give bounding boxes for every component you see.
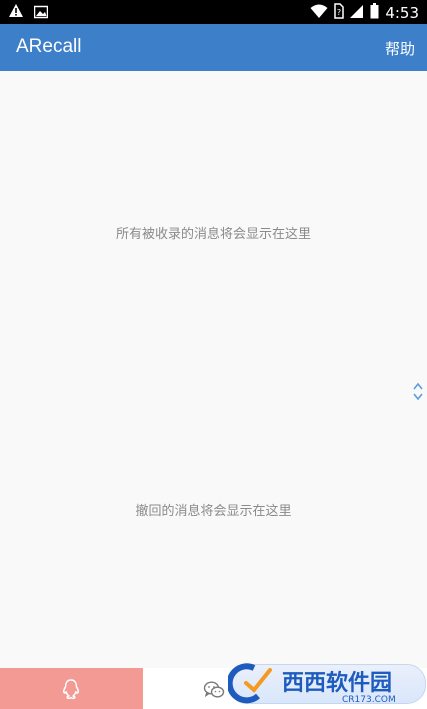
battery-icon [370,3,379,23]
svg-text:?: ? [337,8,341,17]
screen: ? 4:53 ARecall 帮助 所有被收录的消息将会显示在这里 撤回的消息将… [0,0,427,709]
app-bar: ARecall 帮助 [0,24,427,71]
signal-icon [350,3,364,23]
svg-text:西西软件园: 西西软件园 [282,670,392,696]
help-button[interactable]: 帮助 [385,38,415,59]
warning-icon [8,3,24,23]
chevron-up-down-icon[interactable] [410,380,426,404]
status-right: ? 4:53 [310,3,419,23]
recalled-empty-message: 撤回的消息将会显示在这里 [135,504,292,519]
qq-icon [60,678,82,704]
status-time: 4:53 [385,4,419,22]
message-area: 所有被收录的消息将会显示在这里 撤回的消息将会显示在这里 [0,71,427,668]
image-icon [33,4,49,23]
tab-qq[interactable] [0,668,143,709]
app-title: ARecall [16,36,82,57]
no-sim-icon: ? [334,3,345,23]
wechat-icon [203,680,225,704]
svg-text:CR173.COM: CR173.COM [342,695,396,705]
collected-empty-message: 所有被收录的消息将会显示在这里 [115,227,311,242]
watermark-logo: 西西软件园 CR173.COM [228,660,426,706]
status-bar: ? 4:53 [0,0,427,24]
wifi-icon [310,3,328,23]
status-left [8,3,49,23]
